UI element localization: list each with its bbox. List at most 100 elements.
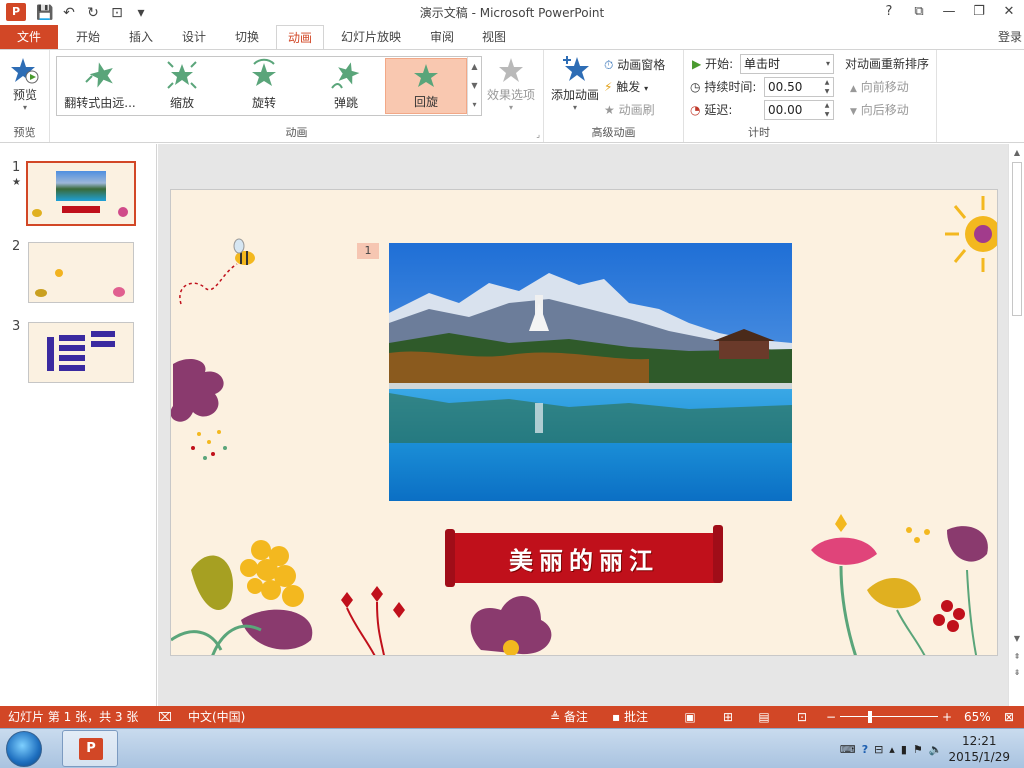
normal-view-icon[interactable]: ▣ bbox=[682, 706, 698, 728]
title-banner[interactable]: 美丽的丽江 bbox=[445, 525, 723, 591]
system-clock[interactable]: 12:21 2015/1/29 bbox=[948, 733, 1010, 765]
tray-expand-icon[interactable]: ▴ bbox=[889, 743, 895, 756]
zoom-in-icon[interactable]: + bbox=[942, 706, 952, 728]
gallery-item-swivel[interactable]: 回旋 bbox=[385, 58, 467, 114]
move-later-button[interactable]: ▼ 向后移动 bbox=[850, 100, 909, 120]
notes-button[interactable]: ≜ 备注 bbox=[550, 706, 588, 728]
undo-icon[interactable]: ↶ bbox=[60, 3, 78, 23]
animation-pane-button[interactable]: ⏱ 动画窗格 bbox=[604, 55, 665, 75]
scroll-up-icon[interactable]: ▲ bbox=[1011, 148, 1023, 157]
gallery-more-icon[interactable]: ▾ bbox=[468, 95, 481, 114]
minimize-icon[interactable]: — bbox=[934, 0, 964, 24]
trigger-button[interactable]: ⚡ 触发 ▾ bbox=[604, 77, 648, 97]
slide-canvas[interactable]: 1 美丽的丽江 bbox=[170, 189, 998, 656]
gallery-scrollbar[interactable]: ▲ ▼ ▾ bbox=[467, 57, 481, 115]
start-dropdown[interactable]: 单击时 ▾ bbox=[740, 54, 834, 74]
network-icon[interactable]: ▮ bbox=[901, 743, 907, 756]
status-bar: 幻灯片 第 1 张，共 3 张 ⌧ 中文(中国) ≜ 备注 ▪ 批注 ▣ ⊞ ▤… bbox=[0, 706, 1024, 728]
redo-icon[interactable]: ↻ bbox=[84, 3, 102, 23]
start-button[interactable] bbox=[6, 731, 42, 767]
lijiang-landscape-photo[interactable] bbox=[389, 243, 792, 501]
slide-thumbnail-2[interactable] bbox=[28, 242, 134, 303]
ribbon: 预览 ▾ 预览 翻转式由远... 缩放 旋转 弹跳 回旋 ▲ ▼ ▾ 效果选项 … bbox=[0, 49, 1024, 143]
up-triangle-icon: ▲ bbox=[850, 84, 857, 94]
bottom-left-flowers-icon bbox=[171, 540, 405, 655]
tab-transitions[interactable]: 切换 bbox=[227, 25, 267, 49]
group-advanced-label: 高级动画 bbox=[591, 126, 636, 139]
tab-slideshow[interactable]: 幻灯片放映 bbox=[334, 25, 408, 49]
start-label: 开始: bbox=[705, 57, 734, 71]
fit-slide-icon[interactable]: ⊠ bbox=[1004, 706, 1014, 728]
gallery-item-zoom[interactable]: 缩放 bbox=[141, 58, 223, 114]
animation-order-tag[interactable]: 1 bbox=[357, 243, 379, 259]
zoom-star-icon bbox=[167, 61, 197, 89]
gallery-item-spin[interactable]: 旋转 bbox=[223, 58, 305, 114]
tab-file[interactable]: 文件 bbox=[0, 25, 58, 49]
add-animation-button[interactable]: 添加动画 ▾ bbox=[548, 54, 602, 112]
gallery-down-icon[interactable]: ▼ bbox=[468, 76, 481, 95]
comments-button[interactable]: ▪ 批注 bbox=[612, 706, 648, 728]
flip-star-icon bbox=[85, 62, 113, 88]
preview-dropdown-icon[interactable]: ▾ bbox=[4, 103, 46, 112]
animation-pane-label: 动画窗格 bbox=[617, 58, 666, 72]
move-earlier-button[interactable]: ▲ 向前移动 bbox=[850, 77, 909, 97]
zoom-slider-track[interactable] bbox=[840, 716, 938, 717]
swivel-star-icon bbox=[414, 64, 438, 87]
flag-icon[interactable]: ⚑ bbox=[913, 743, 923, 756]
close-icon[interactable]: ✕ bbox=[994, 0, 1024, 24]
preview-label: 预览 bbox=[12, 88, 37, 102]
reading-view-icon[interactable]: ▤ bbox=[756, 706, 772, 728]
vertical-scrollbar[interactable]: ▲ ▼ ⇞ ⇟ bbox=[1008, 144, 1024, 706]
duration-spin-icon[interactable]: ▲ ▼ bbox=[821, 78, 833, 96]
ribbon-display-icon[interactable]: ⧉ bbox=[904, 0, 934, 24]
add-animation-dropdown-icon: ▾ bbox=[572, 103, 577, 112]
display-icon[interactable]: ⊟ bbox=[874, 743, 883, 756]
animation-painter-button[interactable]: ★ 动画刷 bbox=[604, 100, 655, 120]
slide-sorter-icon[interactable]: ⊞ bbox=[720, 706, 736, 728]
login-link[interactable]: 登录 bbox=[998, 25, 1022, 49]
gallery-item-flip[interactable]: 翻转式由远... bbox=[59, 58, 141, 114]
slide-title-text[interactable]: 美丽的丽江 bbox=[445, 541, 723, 576]
tab-insert[interactable]: 插入 bbox=[121, 25, 161, 49]
tab-home[interactable]: 开始 bbox=[68, 25, 108, 49]
tab-view[interactable]: 视图 bbox=[474, 25, 514, 49]
tab-animations[interactable]: 动画 bbox=[276, 25, 324, 50]
delay-spinner[interactable]: 00.00 ▲ ▼ bbox=[764, 100, 834, 120]
group-preview-label: 预览 bbox=[13, 126, 36, 139]
help-icon[interactable]: ? bbox=[874, 0, 904, 24]
save-icon[interactable]: 💾 bbox=[36, 3, 54, 23]
tab-design[interactable]: 设计 bbox=[174, 25, 214, 49]
tab-review[interactable]: 审阅 bbox=[422, 25, 462, 49]
slide-thumbnail-1[interactable] bbox=[26, 161, 136, 226]
gallery-up-icon[interactable]: ▲ bbox=[468, 57, 481, 76]
qat-more-icon[interactable]: ▾ bbox=[132, 3, 150, 23]
language-indicator[interactable]: 中文(中国) bbox=[188, 706, 245, 728]
spelling-icon[interactable]: ⌧ bbox=[158, 706, 172, 728]
slide-editor[interactable]: 1 美丽的丽江 bbox=[158, 144, 1008, 706]
next-slide-icon[interactable]: ⇟ bbox=[1011, 668, 1023, 677]
present-icon[interactable]: ⊡ bbox=[108, 3, 126, 23]
preview-button[interactable]: 预览 ▾ bbox=[4, 56, 46, 112]
prev-slide-icon[interactable]: ⇞ bbox=[1011, 652, 1023, 661]
zoom-level[interactable]: 65% bbox=[964, 706, 991, 728]
start-dropdown-icon: ▾ bbox=[825, 59, 830, 68]
duration-spinner[interactable]: 00.50 ▲ ▼ bbox=[764, 77, 834, 97]
zoom-out-icon[interactable]: − bbox=[826, 706, 836, 728]
scroll-thumb[interactable] bbox=[1012, 162, 1022, 316]
powerpoint-app-icon[interactable]: P bbox=[6, 3, 26, 21]
restore-icon[interactable]: ❐ bbox=[964, 0, 994, 24]
gallery-item-bounce[interactable]: 弹跳 bbox=[305, 58, 387, 114]
slide-thumbnail-3[interactable] bbox=[28, 322, 134, 383]
group-advanced-animation: 添加动画 ▾ ⏱ 动画窗格 ⚡ 触发 ▾ ★ 动画刷 高级动画 bbox=[544, 50, 684, 142]
volume-icon[interactable]: 🔈 bbox=[929, 743, 943, 756]
landscape-image bbox=[389, 243, 792, 501]
zoom-slider-thumb[interactable] bbox=[867, 711, 872, 723]
scroll-down-icon[interactable]: ▼ bbox=[1011, 634, 1023, 643]
effect-options-button[interactable]: 效果选项 ▾ bbox=[484, 56, 538, 112]
delay-spin-icon[interactable]: ▲ ▼ bbox=[821, 101, 833, 119]
help-tray-icon[interactable]: ? bbox=[862, 743, 868, 756]
keyboard-icon[interactable]: ⌨ bbox=[840, 743, 856, 756]
taskbar-powerpoint[interactable]: P bbox=[62, 730, 118, 767]
dialog-launcher-icon[interactable]: ⌟ bbox=[536, 130, 540, 139]
slideshow-view-icon[interactable]: ⊡ bbox=[794, 706, 810, 728]
